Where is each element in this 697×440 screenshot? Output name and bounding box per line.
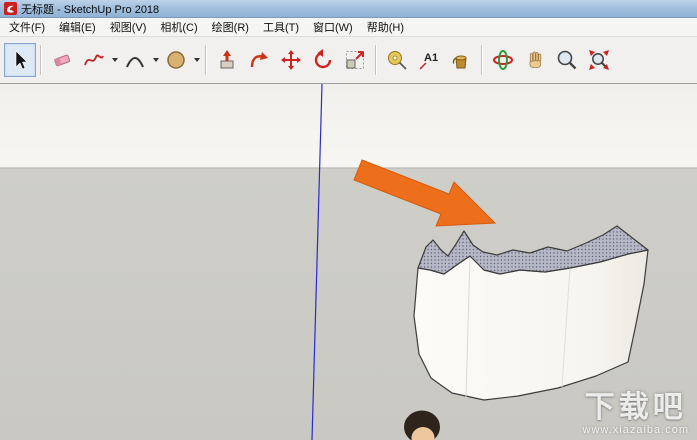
menubar: 文件(F) 编辑(E) 视图(V) 相机(C) 绘图(R) 工具(T) 窗口(W… <box>0 18 697 37</box>
rotate-icon <box>314 49 332 69</box>
text-tool-button[interactable]: A1 <box>413 43 445 77</box>
arc-icon <box>126 57 144 68</box>
menu-item-file[interactable]: 文件(F) <box>2 17 52 37</box>
sketchup-window: 无标题 - SketchUp Pro 2018 文件(F) 编辑(E) 视图(V… <box>0 0 697 440</box>
toolbar-separator <box>205 45 207 75</box>
menu-item-window[interactable]: 窗口(W) <box>306 17 360 37</box>
scale-tool-button[interactable] <box>339 43 371 77</box>
titlebar[interactable]: 无标题 - SketchUp Pro 2018 <box>0 0 697 18</box>
toolbar-separator <box>481 45 483 75</box>
blue-axis-line <box>311 84 323 440</box>
move-cross-icon <box>281 50 301 70</box>
menu-item-view[interactable]: 视图(V) <box>103 17 154 37</box>
paint-bucket-icon <box>452 55 467 69</box>
menu-item-tools[interactable]: 工具(T) <box>256 17 306 37</box>
shapes-tool-button[interactable] <box>160 43 192 77</box>
person-figure[interactable] <box>404 410 440 440</box>
select-arrow-icon <box>15 50 28 70</box>
pan-hand-icon <box>529 51 542 68</box>
zoom-tool-button[interactable] <box>551 43 583 77</box>
pan-tool-button[interactable] <box>519 43 551 77</box>
model-front-face[interactable] <box>413 249 649 401</box>
shapes-dropdown-arrow[interactable] <box>192 43 201 77</box>
zoom-extents-icon <box>589 50 609 70</box>
push-pull-tool-button[interactable] <box>211 43 243 77</box>
eraser-tool-button[interactable] <box>46 43 78 77</box>
scale-icon <box>346 51 364 69</box>
tape-measure-icon <box>388 51 407 70</box>
select-tool-button[interactable] <box>4 43 36 77</box>
drawing-canvas[interactable]: 下载吧 www.xiazaiba.com <box>0 84 697 440</box>
zoom-magnifier-icon <box>557 50 577 70</box>
menu-item-help[interactable]: 帮助(H) <box>360 17 411 37</box>
extruded-model[interactable] <box>413 225 649 401</box>
text-tool-icon: A1 <box>419 52 438 70</box>
arc-dropdown-arrow[interactable] <box>151 43 160 77</box>
window-title: 无标题 - SketchUp Pro 2018 <box>21 3 160 16</box>
text-tool-glyph: A1 <box>424 52 438 64</box>
toolbar-separator <box>375 45 377 75</box>
paint-bucket-tool-button[interactable] <box>445 43 477 77</box>
menu-item-draw[interactable]: 绘图(R) <box>205 17 256 37</box>
menu-item-camera[interactable]: 相机(C) <box>153 17 204 37</box>
arc-tool-button[interactable] <box>119 43 151 77</box>
circle-shape-icon <box>167 51 185 69</box>
menu-item-edit[interactable]: 编辑(E) <box>52 17 103 37</box>
orbit-tool-button[interactable] <box>487 43 519 77</box>
freehand-tool-button[interactable] <box>78 43 110 77</box>
toolbar: A1 <box>0 37 697 84</box>
tape-measure-tool-button[interactable] <box>381 43 413 77</box>
sketchup-logo-icon <box>4 2 17 15</box>
annotation-arrow <box>353 159 497 227</box>
eraser-icon <box>54 54 71 67</box>
push-pull-icon <box>220 50 234 69</box>
follow-me-tool-button[interactable] <box>243 43 275 77</box>
orbit-icon <box>493 50 513 70</box>
zoom-extents-tool-button[interactable] <box>583 43 615 77</box>
rotate-tool-button[interactable] <box>307 43 339 77</box>
follow-me-icon <box>250 52 268 68</box>
toolbar-separator <box>40 45 42 75</box>
freehand-dropdown-arrow[interactable] <box>110 43 119 77</box>
move-tool-button[interactable] <box>275 43 307 77</box>
freehand-squiggle-icon <box>84 54 104 66</box>
